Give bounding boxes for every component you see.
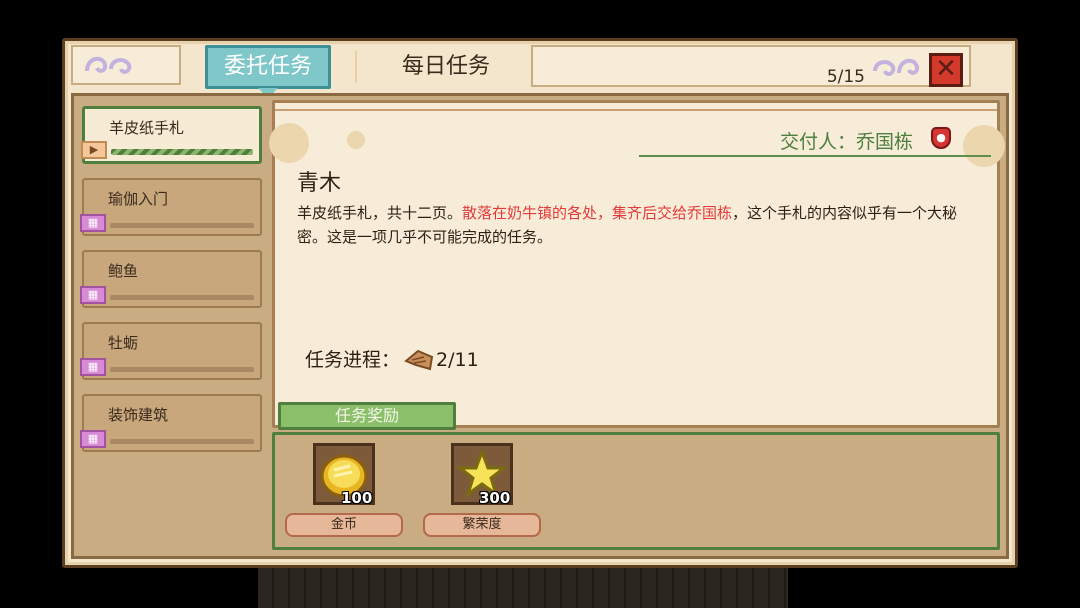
quest-title: 青木 [297,171,342,196]
building-icon: ▦ [80,358,106,376]
quest-description-text: 羊皮纸手札，共十二页。 [297,204,463,222]
quest-progress-bar [110,367,254,372]
close-icon: ✕ [935,54,957,84]
quest-count: 5/15 [826,67,865,87]
building-icon: ▦ [80,430,106,448]
quest-progress: 任务进程： 2/11 [305,345,479,373]
header-left-ornament [71,45,181,85]
tab-commission-quests[interactable]: 委托任务 [205,45,331,98]
quest-giver: 交付人：乔国栋 ● [639,123,991,157]
quest-progress-label: 任务进程： [305,349,401,371]
game-screen: 委托任务 每日任务 5/15 ✕ 羊皮纸手札 ▶ 瑜伽入门 ▦ 鲍鱼 ▦ 牡蛎 … [0,0,1080,608]
body-frame: 羊皮纸手札 ▶ 瑜伽入门 ▦ 鲍鱼 ▦ 牡蛎 ▦ 装饰建筑 ▦ 交付人：乔国栋 … [71,93,1009,559]
decor-blob [347,131,365,149]
reward-amount: 300 [479,489,511,507]
quest-progress-bar [110,223,254,228]
swirl-ornament-icon [81,49,137,88]
quest-list-item-label: 装饰建筑 [108,406,169,424]
close-button[interactable]: ✕ [929,53,963,87]
quest-list-item-label: 羊皮纸手札 [109,119,185,137]
rewards-pane: 100 金币 300 繁荣度 [272,432,1000,550]
reward-amount: 100 [341,489,373,507]
quest-panel: 委托任务 每日任务 5/15 ✕ 羊皮纸手札 ▶ 瑜伽入门 ▦ 鲍鱼 ▦ 牡蛎 … [62,38,1018,568]
quest-progress-bar [110,295,254,300]
detail-top-rule [275,109,997,111]
header-right-bar: 5/15 ✕ [531,45,971,87]
quest-progress-value: 2/11 [436,349,479,371]
quest-list-item[interactable]: 装饰建筑 ▦ [80,394,262,452]
building-icon: ▦ [80,214,106,232]
reward-item: 100 金币 [285,443,405,543]
reward-name: 金币 [285,513,403,537]
quest-description: 羊皮纸手札，共十二页。散落在奶牛镇的各处，集齐后交给乔国栋，这个手札的内容似乎有… [297,201,987,249]
quest-list-item[interactable]: 羊皮纸手札 ▶ [81,106,262,164]
shield-badge-icon: ● [931,127,951,149]
quest-list-item-label: 瑜伽入门 [108,190,169,208]
quest-list-item-label: 鲍鱼 [108,262,139,280]
building-icon: ▦ [80,286,106,304]
quest-list-item[interactable]: 鲍鱼 ▦ [80,250,262,308]
reward-item: 300 繁荣度 [423,443,543,543]
quest-description-highlight: 散落在奶牛镇的各处，集齐后交给乔国栋 [462,204,733,222]
quest-list-item-label: 牡蛎 [108,334,139,352]
decor-blob [269,123,309,163]
quest-detail-pane: 交付人：乔国栋 ● 青木 羊皮纸手札，共十二页。散落在奶牛镇的各处，集齐后交给乔… [269,100,1005,428]
tab-daily-quests[interactable]: 每日任务 [365,45,527,89]
flag-icon: ▶ [81,141,107,159]
quest-giver-label: 交付人：乔国栋 [779,131,913,153]
swirl-ornament-icon [867,51,923,90]
tab-divider [355,51,357,83]
floor-background [258,568,788,608]
rewards-tab: 任务奖励 [278,402,456,430]
quest-progress-bar [110,439,254,444]
reward-name: 繁荣度 [423,513,541,537]
parchment-icon [404,349,434,370]
quest-list-item[interactable]: 瑜伽入门 ▦ [80,178,262,236]
quest-progress-bar [111,149,253,155]
quest-list-item[interactable]: 牡蛎 ▦ [80,322,262,380]
